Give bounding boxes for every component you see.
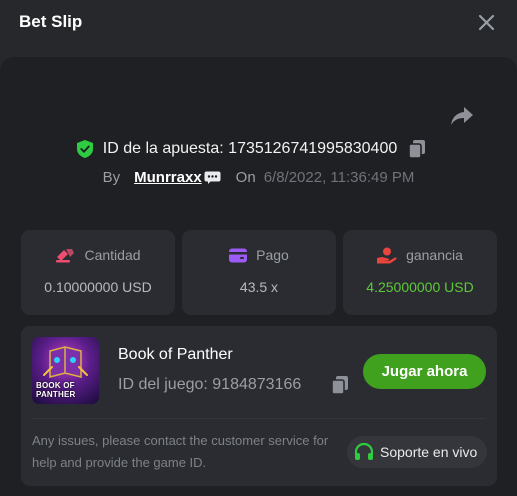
close-button[interactable] xyxy=(476,12,498,34)
bet-id-text: ID de la apuesta: 173512674199583040​0 xyxy=(102,140,398,157)
share-icon xyxy=(451,107,473,125)
wallet-icon xyxy=(229,248,248,262)
divider xyxy=(32,418,486,419)
game-id: ID del juego: 9184873166 xyxy=(118,376,302,393)
copy-game-id-icon[interactable] xyxy=(331,375,349,395)
close-icon xyxy=(478,14,495,31)
bet-amount-icon xyxy=(56,249,75,263)
shield-check-icon xyxy=(76,140,93,158)
stat-payout-label: Pago xyxy=(256,247,289,263)
bet-date: 6/8/2022, 11:36:49 PM xyxy=(263,168,415,186)
header: Bet Slip xyxy=(0,0,517,50)
game-thumbnail[interactable]: BOOK OF PANTHER xyxy=(32,337,99,404)
stat-amount-value: 0.10000000 USD xyxy=(44,279,152,295)
dialog-title: Bet Slip xyxy=(19,12,83,31)
by-label: By xyxy=(102,168,121,186)
chat-icon xyxy=(204,171,221,184)
stat-payout: Pago 43.5 x xyxy=(182,230,336,315)
support-message: Any issues, please contact the customer … xyxy=(32,433,329,470)
live-support-label: Soporte en vivo xyxy=(380,444,478,460)
play-now-button[interactable]: Jugar ahora xyxy=(363,354,486,389)
bet-author-row: By Munrraxx On 6/8/2022, 11:36:49 PM xyxy=(0,166,517,188)
username-link[interactable]: Munrraxx xyxy=(134,169,202,186)
live-support-button[interactable]: Soporte en vivo xyxy=(347,436,487,468)
game-name: Book of Panther xyxy=(118,346,233,363)
profit-hand-icon xyxy=(377,247,397,263)
game-thumbnail-title: BOOK OF PANTHER xyxy=(36,381,76,399)
stat-amount: Cantidad 0.10000000 USD xyxy=(21,230,175,315)
stat-amount-label: Cantidad xyxy=(84,247,141,263)
share-button[interactable] xyxy=(449,104,475,128)
bet-id-row: ID de la apuesta: 173512674199583040​0 xyxy=(0,138,517,160)
stat-profit: ganancia 4.25000000 USD xyxy=(343,230,497,315)
stat-profit-value: 4.25000000 USD xyxy=(366,279,474,295)
stat-payout-value: 43.5 x xyxy=(239,279,279,295)
game-card: BOOK OF PANTHER Book of Panther ID del j… xyxy=(21,326,497,486)
on-label: On xyxy=(235,168,256,186)
copy-icon[interactable] xyxy=(408,139,426,159)
stat-profit-label: ganancia xyxy=(406,247,463,263)
headset-icon xyxy=(354,442,374,460)
